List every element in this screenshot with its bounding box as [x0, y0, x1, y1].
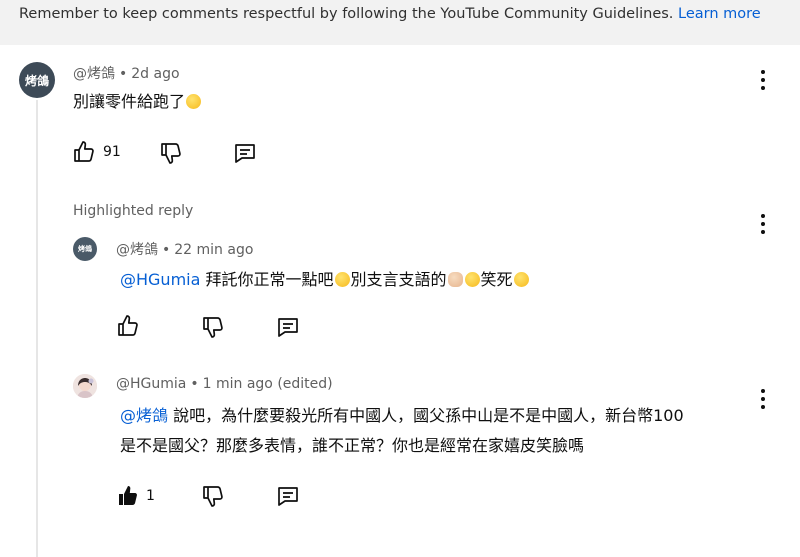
thumbs-up-icon[interactable] [115, 314, 141, 338]
thumbs-down-icon[interactable] [158, 141, 184, 165]
mention-link[interactable]: @HGumia [120, 270, 200, 289]
reply-time: 1 min ago (edited) [202, 376, 333, 392]
reply-line-1: 說吧，為什麼要殺光所有中國人，國父孫中山是不是中國人，新台幣100 [173, 406, 684, 425]
reply-meta: @烤鴿 • 22 min ago [116, 242, 254, 258]
like-count: 1 [146, 488, 155, 504]
guidelines-banner: Remember to keep comments respectful by … [0, 0, 800, 45]
pinching-hand-emoji [447, 272, 463, 287]
reply-text-part: 拜託你正常一點吧 [205, 270, 334, 289]
reply-text-part: 別支言支語的 [350, 270, 447, 289]
avatar[interactable]: 烤鴿 [73, 237, 97, 261]
thread-line [36, 100, 38, 557]
like-count: 91 [103, 144, 121, 160]
smile-emoji [334, 272, 350, 287]
reply-icon[interactable] [275, 484, 301, 508]
guidelines-text: Remember to keep comments respectful by … [19, 6, 761, 22]
avatar[interactable] [73, 374, 97, 398]
reply-line-2: 是不是國父？那麼多表情，誰不正常？你也是經常在家嬉皮笑臉嗎 [120, 436, 585, 455]
comment-text: 別讓零件給跑了 [73, 87, 202, 117]
thumbs-down-icon[interactable] [200, 315, 226, 339]
mention-link[interactable]: @烤鴿 [120, 406, 168, 425]
more-vert-icon[interactable] [760, 70, 766, 92]
thumbs-down-icon[interactable] [200, 484, 226, 508]
avatar-text: 烤鴿 [24, 73, 49, 88]
avatar-image [73, 374, 97, 398]
reply-author[interactable]: @HGumia [116, 376, 186, 392]
comment-author[interactable]: @烤鴿 [73, 66, 115, 82]
highlighted-reply-label: Highlighted reply [73, 203, 194, 219]
reply-meta: @HGumia • 1 min ago (edited) [116, 376, 333, 392]
guidelines-message: Remember to keep comments respectful by … [19, 6, 674, 22]
reply-author[interactable]: @烤鴿 [116, 242, 158, 258]
thumbs-up-icon[interactable] [71, 140, 97, 164]
comment-time: 2d ago [131, 66, 180, 82]
reply-icon[interactable] [232, 141, 258, 165]
learn-more-link[interactable]: Learn more [678, 6, 761, 22]
comment-body: 別讓零件給跑了 [73, 92, 186, 111]
more-vert-icon[interactable] [760, 389, 766, 411]
rofl-emoji [464, 272, 480, 287]
avatar[interactable]: 烤鴿 [19, 62, 55, 98]
reply-text-part: 笑死 [480, 270, 513, 289]
laugh-emoji [513, 272, 529, 287]
reply-time: 22 min ago [174, 242, 254, 258]
reply-text: @HGumia 拜託你正常一點吧 別支言支語的 笑死 [120, 265, 530, 295]
avatar-text: 烤鴿 [78, 245, 92, 253]
reply-icon[interactable] [275, 315, 301, 339]
comment-meta: @烤鴿 • 2d ago [73, 66, 180, 82]
more-vert-icon[interactable] [760, 214, 766, 236]
reply-text: @烤鴿 說吧，為什麼要殺光所有中國人，國父孫中山是不是中國人，新台幣100 是不… [120, 401, 750, 461]
thumbs-up-filled-icon[interactable] [115, 484, 141, 508]
sweat-smile-emoji [186, 94, 202, 109]
